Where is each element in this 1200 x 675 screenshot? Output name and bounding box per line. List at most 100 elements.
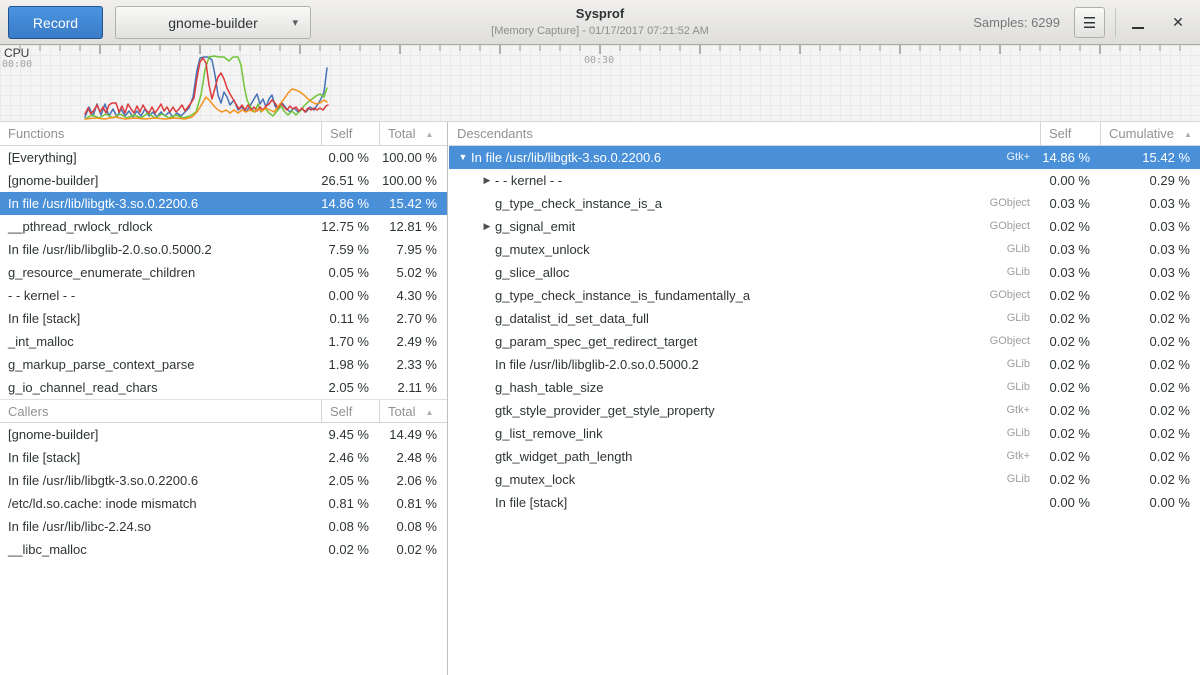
self-percent: 0.00 % (1040, 491, 1100, 514)
cumulative-percent: 0.03 % (1100, 238, 1200, 261)
table-row[interactable]: - - kernel - -0.00 %4.30 % (0, 284, 447, 307)
function-name: [Everything] (0, 146, 321, 169)
expander-placeholder (479, 284, 495, 307)
function-name: In file /usr/lib/libgtk-3.so.0.2200.6 (471, 146, 661, 169)
total-percent: 12.81 % (379, 215, 447, 238)
timeline-start-label: 00:00 (2, 59, 32, 70)
table-row[interactable]: /etc/ld.so.cache: inode mismatch0.81 %0.… (0, 492, 447, 515)
self-percent: 0.03 % (1040, 261, 1100, 284)
total-percent: 7.95 % (379, 238, 447, 261)
self-percent: 0.03 % (1040, 192, 1100, 215)
expander-closed-icon[interactable]: ▶ (479, 169, 495, 192)
table-row[interactable]: g_slice_allocGLib0.03 %0.03 % (449, 261, 1200, 284)
descendants-self-column-header[interactable]: Self (1040, 122, 1100, 145)
self-percent: 2.05 % (321, 469, 379, 492)
table-row[interactable]: g_type_check_instance_is_fundamentally_a… (449, 284, 1200, 307)
table-row[interactable]: In file [stack]0.00 %0.00 % (449, 491, 1200, 514)
library-category-label: GLib (590, 238, 1040, 261)
callers-self-column-header[interactable]: Self (321, 400, 379, 422)
table-row[interactable]: [Everything]0.00 %100.00 % (0, 146, 447, 169)
self-percent: 0.03 % (1040, 238, 1100, 261)
library-category-label: Gtk+ (661, 146, 1040, 169)
table-row[interactable]: g_list_remove_linkGLib0.02 %0.02 % (449, 422, 1200, 445)
table-row[interactable]: ▶g_signal_emitGObject0.02 %0.03 % (449, 215, 1200, 238)
name-cell: ▶g_signal_emitGObject (449, 215, 1040, 238)
total-percent: 100.00 % (379, 169, 447, 192)
table-row[interactable]: g_hash_table_sizeGLib0.02 %0.02 % (449, 376, 1200, 399)
self-percent: 0.02 % (1040, 422, 1100, 445)
cumulative-percent: 0.02 % (1100, 468, 1200, 491)
name-cell: gtk_style_provider_get_style_propertyGtk… (449, 399, 1040, 422)
table-row[interactable]: In file /usr/lib/libc-2.24.so0.08 %0.08 … (0, 515, 447, 538)
name-cell: gtk_widget_path_lengthGtk+ (449, 445, 1040, 468)
table-row[interactable]: In file [stack]0.11 %2.70 % (0, 307, 447, 330)
table-row[interactable]: _int_malloc1.70 %2.49 % (0, 330, 447, 353)
chevron-down-icon: ▾ (292, 16, 298, 29)
table-row[interactable]: __pthread_rwlock_rdlock12.75 %12.81 % (0, 215, 447, 238)
table-row[interactable]: ▶- - kernel - -0.00 %0.29 % (449, 169, 1200, 192)
library-category-label: GLib (603, 422, 1040, 445)
function-name: g_signal_emit (495, 215, 575, 238)
table-row[interactable]: In file /usr/lib/libglib-2.0.so.0.5000.2… (449, 353, 1200, 376)
cumulative-percent: 0.00 % (1100, 491, 1200, 514)
table-row[interactable]: In file /usr/lib/libglib-2.0.so.0.5000.2… (0, 238, 447, 261)
minimize-button[interactable] (1124, 7, 1152, 38)
table-row[interactable]: gtk_style_provider_get_style_propertyGtk… (449, 399, 1200, 422)
window-title-block: Sysprof [Memory Capture] - 01/17/2017 07… (400, 4, 800, 38)
function-name: g_datalist_id_set_data_full (495, 307, 649, 330)
expander-placeholder (479, 353, 495, 376)
function-name: In file /usr/lib/libglib-2.0.so.0.5000.2 (0, 238, 321, 261)
name-cell: g_mutex_unlockGLib (449, 238, 1040, 261)
table-row[interactable]: In file /usr/lib/libgtk-3.so.0.2200.614.… (0, 192, 447, 215)
library-category-label: GLib (603, 376, 1040, 399)
table-row[interactable]: g_param_spec_get_redirect_targetGObject0… (449, 330, 1200, 353)
self-percent: 0.02 % (1040, 284, 1100, 307)
table-row[interactable]: __libc_malloc0.02 %0.02 % (0, 538, 447, 561)
menu-button[interactable]: ☰ (1074, 7, 1105, 38)
total-percent: 0.08 % (379, 515, 447, 538)
callers-total-column-header[interactable]: Total▲ (379, 400, 447, 422)
function-name: /etc/ld.so.cache: inode mismatch (0, 492, 321, 515)
table-row[interactable]: [gnome-builder]26.51 %100.00 % (0, 169, 447, 192)
table-row[interactable]: g_resource_enumerate_children0.05 %5.02 … (0, 261, 447, 284)
expander-open-icon[interactable]: ▼ (455, 146, 471, 169)
table-row[interactable]: In file /usr/lib/libgtk-3.so.0.2200.62.0… (0, 469, 447, 492)
cumulative-percent: 0.02 % (1100, 376, 1200, 399)
table-row[interactable]: ▼In file /usr/lib/libgtk-3.so.0.2200.6Gt… (449, 146, 1200, 169)
table-row[interactable]: g_markup_parse_context_parse1.98 %2.33 % (0, 353, 447, 376)
table-row[interactable]: g_io_channel_read_chars2.05 %2.11 % (0, 376, 447, 399)
table-row[interactable]: gtk_widget_path_lengthGtk+0.02 %0.02 % (449, 445, 1200, 468)
close-button[interactable]: ✕ (1164, 7, 1192, 38)
self-percent: 0.02 % (1040, 353, 1100, 376)
descendants-cumulative-column-header[interactable]: Cumulative▲ (1100, 122, 1200, 145)
total-percent: 2.33 % (379, 353, 447, 376)
callers-table: [gnome-builder]9.45 %14.49 %In file [sta… (0, 423, 447, 561)
cpu-timeline[interactable]: CPU 00:00 00:30 (0, 45, 1200, 122)
close-icon: ✕ (1172, 14, 1184, 31)
functions-self-column-header[interactable]: Self (321, 122, 379, 145)
table-row[interactable]: g_mutex_unlockGLib0.03 %0.03 % (449, 238, 1200, 261)
table-row[interactable]: In file [stack]2.46 %2.48 % (0, 446, 447, 469)
process-selector-dropdown[interactable]: gnome-builder ▾ (115, 6, 311, 39)
cumulative-percent: 0.02 % (1100, 399, 1200, 422)
table-row[interactable]: [gnome-builder]9.45 %14.49 % (0, 423, 447, 446)
sort-ascending-icon: ▲ (1184, 130, 1192, 139)
total-percent: 100.00 % (379, 146, 447, 169)
functions-column-header[interactable]: Functions (0, 122, 321, 145)
callers-column-header[interactable]: Callers (0, 400, 321, 422)
expander-closed-icon[interactable]: ▶ (479, 215, 495, 238)
name-cell: g_datalist_id_set_data_fullGLib (449, 307, 1040, 330)
table-row[interactable]: g_datalist_id_set_data_fullGLib0.02 %0.0… (449, 307, 1200, 330)
record-button[interactable]: Record (8, 6, 103, 39)
self-percent: 2.05 % (321, 376, 379, 399)
table-row[interactable]: g_type_check_instance_is_aGObject0.03 %0… (449, 192, 1200, 215)
self-percent: 0.02 % (1040, 307, 1100, 330)
descendants-column-header[interactable]: Descendants (449, 122, 1040, 145)
function-name: In file /usr/lib/libgtk-3.so.0.2200.6 (0, 469, 321, 492)
functions-total-column-header[interactable]: Total▲ (379, 122, 447, 145)
name-cell: ▶- - kernel - - (449, 169, 1040, 192)
expander-placeholder (479, 399, 495, 422)
function-name: g_type_check_instance_is_fundamentally_a (495, 284, 750, 307)
library-category-label: GObject (697, 330, 1040, 353)
table-row[interactable]: g_mutex_lockGLib0.02 %0.02 % (449, 468, 1200, 491)
